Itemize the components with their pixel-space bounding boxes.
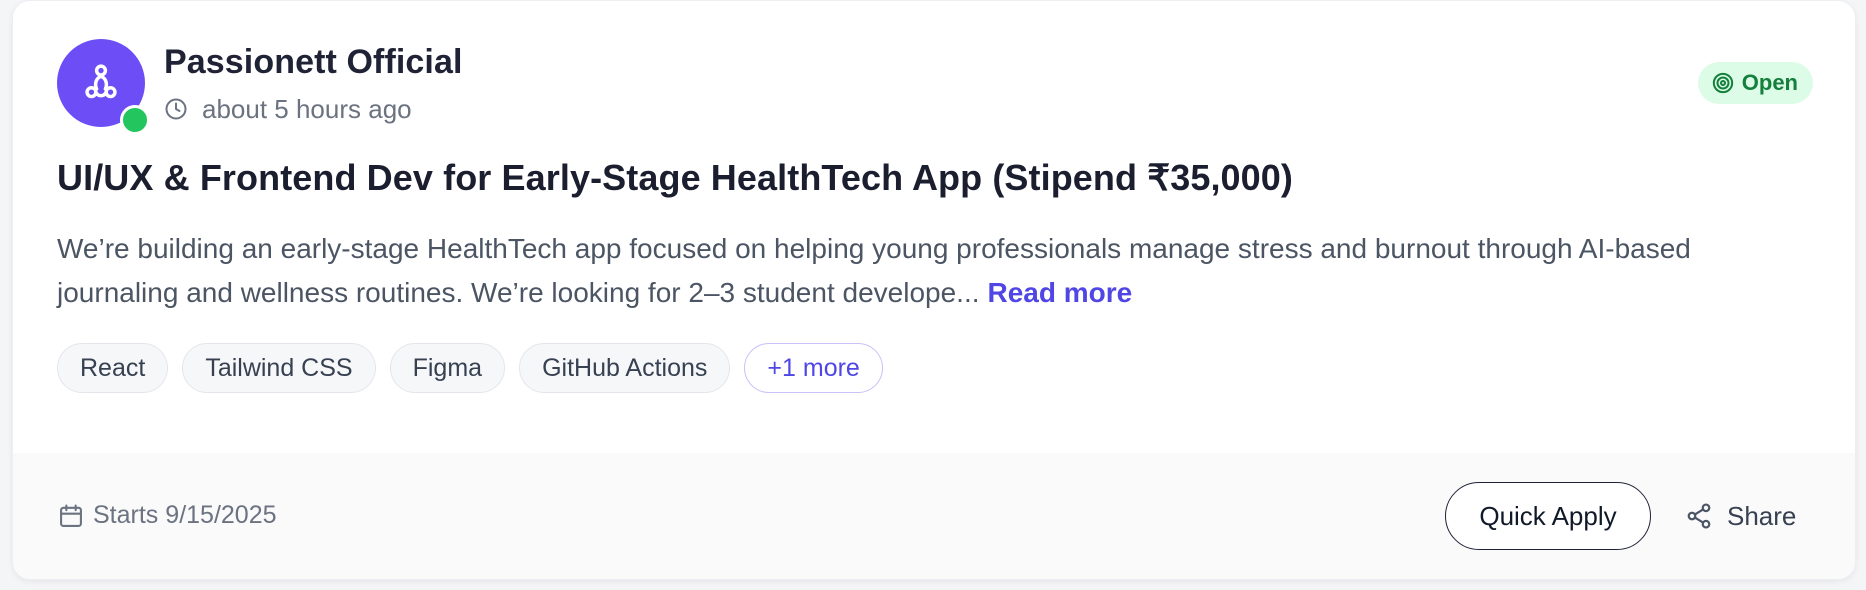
job-description-text: We’re building an early-stage HealthTech… (57, 233, 1691, 308)
status-label: Open (1741, 70, 1798, 95)
start-date-value: 9/15/2025 (165, 501, 277, 529)
skill-tag: GitHub Actions (519, 343, 731, 393)
share-button[interactable]: Share (1685, 490, 1796, 542)
skill-tag: Figma (389, 343, 506, 393)
job-card-body: Passionett Official about 5 hours ago Op… (13, 1, 1855, 453)
more-tags-button[interactable]: +1 more (744, 343, 883, 393)
job-card-footer: Starts 9/15/2025 Quick Apply Share (13, 453, 1855, 579)
job-description: We’re building an early-stage HealthTech… (57, 227, 1807, 315)
posted-time-text: about 5 hours ago (202, 93, 412, 124)
company-name[interactable]: Passionett Official (164, 43, 463, 82)
read-more-link[interactable]: Read more (988, 277, 1133, 308)
community-icon (85, 64, 117, 99)
target-icon (1712, 72, 1734, 94)
share-label: Share (1727, 500, 1797, 531)
skill-tag: React (57, 343, 169, 393)
share-icon (1685, 502, 1713, 530)
quick-apply-button[interactable]: Quick Apply (1445, 482, 1651, 550)
skill-tag: Tailwind CSS (182, 343, 376, 393)
status-badge: Open (1697, 62, 1813, 104)
online-status-dot (120, 105, 150, 135)
skill-tags: React Tailwind CSS Figma GitHub Actions … (57, 343, 883, 393)
calendar-icon (57, 502, 85, 530)
start-date: Starts 9/15/2025 (57, 501, 277, 530)
clock-icon (164, 97, 188, 121)
job-card[interactable]: Passionett Official about 5 hours ago Op… (12, 0, 1856, 580)
start-date-prefix: Starts (93, 501, 159, 529)
job-title[interactable]: UI/UX & Frontend Dev for Early-Stage Hea… (57, 157, 1293, 199)
posted-time: about 5 hours ago (164, 93, 412, 125)
